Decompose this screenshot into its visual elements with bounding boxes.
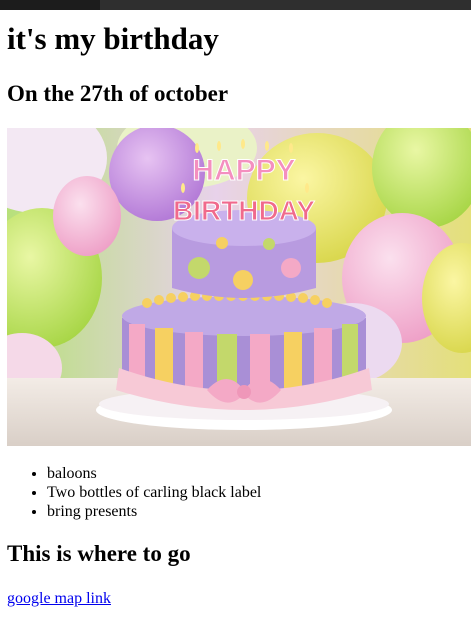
page-title: it's my birthday: [7, 21, 219, 56]
list-item: baloons: [47, 464, 261, 483]
browser-top-bar: [0, 0, 471, 10]
cake-happy-text: HAPPY: [192, 154, 295, 187]
bring-list: baloons Two bottles of carling black lab…: [7, 464, 261, 521]
google-map-link[interactable]: google map link: [7, 589, 111, 608]
browser-tab: [0, 0, 100, 10]
list-item: bring presents: [47, 502, 261, 521]
location-heading: This is where to go: [7, 541, 191, 566]
cake-birthday-text: BIRTHDAY: [173, 195, 315, 226]
birthday-date-heading: On the 27th of october: [7, 81, 229, 106]
list-item: Two bottles of carling black label: [47, 483, 261, 502]
birthday-cake-image: HAPPY BIRTHDAY: [7, 128, 471, 446]
